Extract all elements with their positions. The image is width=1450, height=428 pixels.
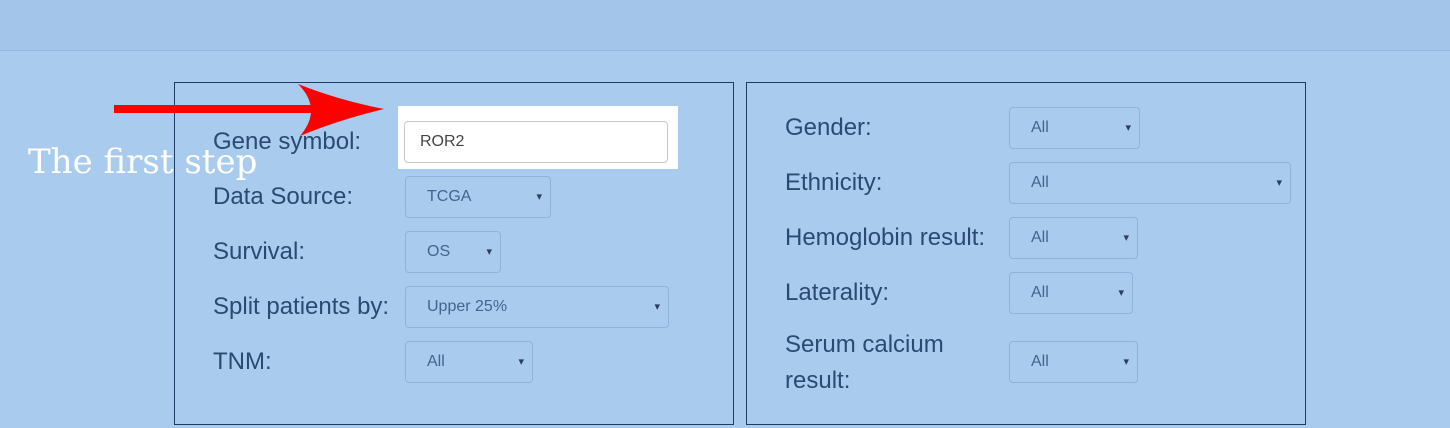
hemoglobin-label: Hemoglobin result: (785, 224, 986, 251)
top-bar (0, 0, 1450, 51)
ethnicity-value: All (1031, 174, 1049, 191)
chevron-down-icon: ▾ (1123, 356, 1129, 368)
chevron-down-icon: ▾ (1276, 177, 1282, 189)
gender-label: Gender: (785, 114, 872, 141)
laterality-label: Laterality: (785, 279, 890, 306)
split-patients-label: Split patients by: (213, 293, 390, 320)
gene-symbol-input[interactable] (404, 121, 668, 163)
ethnicity-label: Ethnicity: (785, 169, 883, 196)
split-patients-value: Upper 25% (427, 298, 508, 315)
red-arrow-icon (114, 84, 384, 136)
chevron-down-icon: ▾ (1118, 287, 1124, 299)
chevron-down-icon: ▾ (536, 191, 542, 203)
serum-calcium-select[interactable]: All ▾ (1009, 341, 1138, 383)
chevron-down-icon: ▾ (486, 246, 492, 258)
tnm-label: TNM: (213, 348, 272, 375)
data-source-select[interactable]: TCGA ▾ (405, 176, 551, 218)
gender-select[interactable]: All ▾ (1009, 107, 1140, 149)
serum-calcium-label: Serum calcium result: (785, 331, 944, 394)
data-source-label: Data Source: (213, 183, 354, 210)
survival-value: OS (427, 243, 451, 260)
ethnicity-select[interactable]: All ▾ (1009, 162, 1291, 204)
laterality-value: All (1031, 284, 1049, 301)
survival-select[interactable]: OS ▾ (405, 231, 501, 273)
chevron-down-icon: ▾ (654, 301, 660, 313)
gene-symbol-highlight (398, 106, 678, 169)
serum-calcium-value: All (1031, 353, 1049, 370)
tnm-select[interactable]: All ▾ (405, 341, 533, 383)
hemoglobin-value: All (1031, 229, 1049, 246)
gender-value: All (1031, 119, 1049, 136)
chevron-down-icon: ▾ (1123, 232, 1129, 244)
split-patients-select[interactable]: Upper 25% ▾ (405, 286, 669, 328)
laterality-select[interactable]: All ▾ (1009, 272, 1133, 314)
chevron-down-icon: ▾ (518, 356, 524, 368)
hemoglobin-select[interactable]: All ▾ (1009, 217, 1138, 259)
annotation-text: The first step (28, 142, 258, 182)
data-source-value: TCGA (427, 188, 472, 205)
tnm-value: All (427, 353, 445, 370)
survival-label: Survival: (213, 238, 306, 265)
chevron-down-icon: ▾ (1125, 122, 1131, 134)
